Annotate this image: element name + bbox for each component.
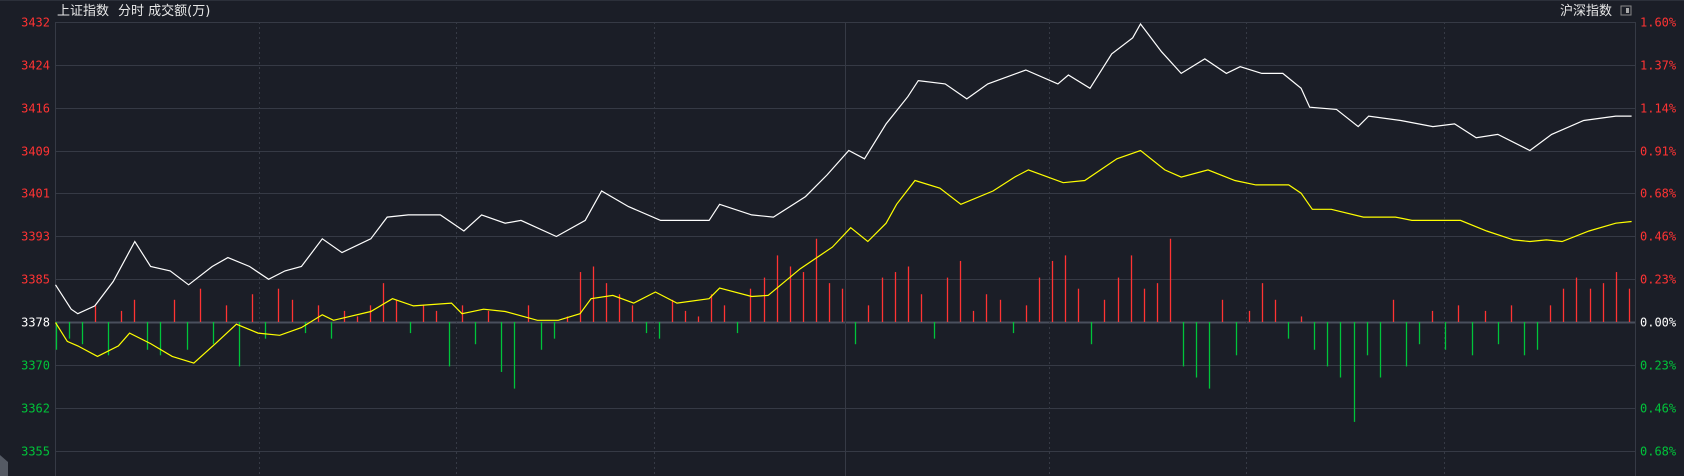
left-tick-label: 3424 xyxy=(21,59,50,73)
right-tick-label: 1.14% xyxy=(1640,102,1677,116)
chart-subtitle: 分时 成交额(万) xyxy=(118,3,210,19)
left-tick-label: 3409 xyxy=(21,145,50,159)
left-tick-label: 3378 xyxy=(21,316,50,330)
right-tick-label: 0.23% xyxy=(1640,273,1677,287)
right-tick-label: 0.68% xyxy=(1640,187,1677,201)
left-tick-label: 3432 xyxy=(21,16,50,30)
left-tick-label: 3393 xyxy=(21,230,50,244)
left-tick-label: 3385 xyxy=(21,273,50,287)
right-tick-label: 1.60% xyxy=(1640,16,1677,30)
market-index-label[interactable]: 沪深指数 xyxy=(1560,3,1612,19)
left-tick-label: 3416 xyxy=(21,102,50,116)
left-tick-label: 3370 xyxy=(21,359,50,373)
average-line xyxy=(54,149,1632,364)
chart-title: 上证指数 xyxy=(57,4,109,19)
price-line xyxy=(54,22,1632,315)
right-tick-label: 0.00% xyxy=(1640,316,1677,330)
right-tick-label: 0.68% xyxy=(1640,445,1677,459)
left-tick-label: 3401 xyxy=(21,187,50,201)
right-tick-label: 0.46% xyxy=(1640,402,1677,416)
right-tick-label: 1.37% xyxy=(1640,59,1677,73)
right-tick-label: 0.23% xyxy=(1640,359,1677,373)
corner-grip-icon xyxy=(0,455,8,476)
right-tick-label: 0.91% xyxy=(1640,145,1677,159)
grid xyxy=(55,22,1636,476)
intraday-chart: 3432 1.60% 3424 1.37% 3416 1.14% 3409 0.91% 3401… xyxy=(0,0,1684,476)
left-tick-label: 3355 xyxy=(21,445,50,459)
panel-toggle-icon[interactable] xyxy=(1620,5,1632,16)
right-tick-label: 0.46% xyxy=(1640,230,1677,244)
left-tick-label: 3362 xyxy=(21,402,50,416)
